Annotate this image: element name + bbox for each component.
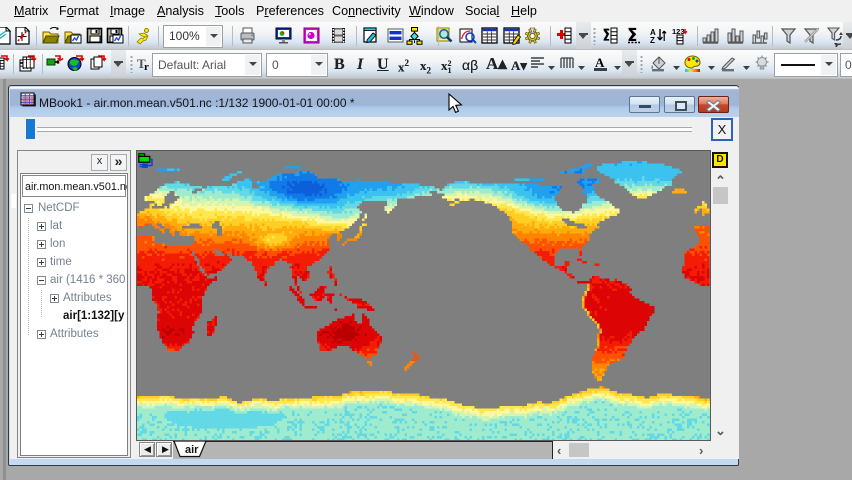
svg-text:Z: Z — [650, 36, 655, 45]
svg-text:A: A — [595, 55, 605, 70]
svg-text:r: r — [144, 61, 149, 73]
